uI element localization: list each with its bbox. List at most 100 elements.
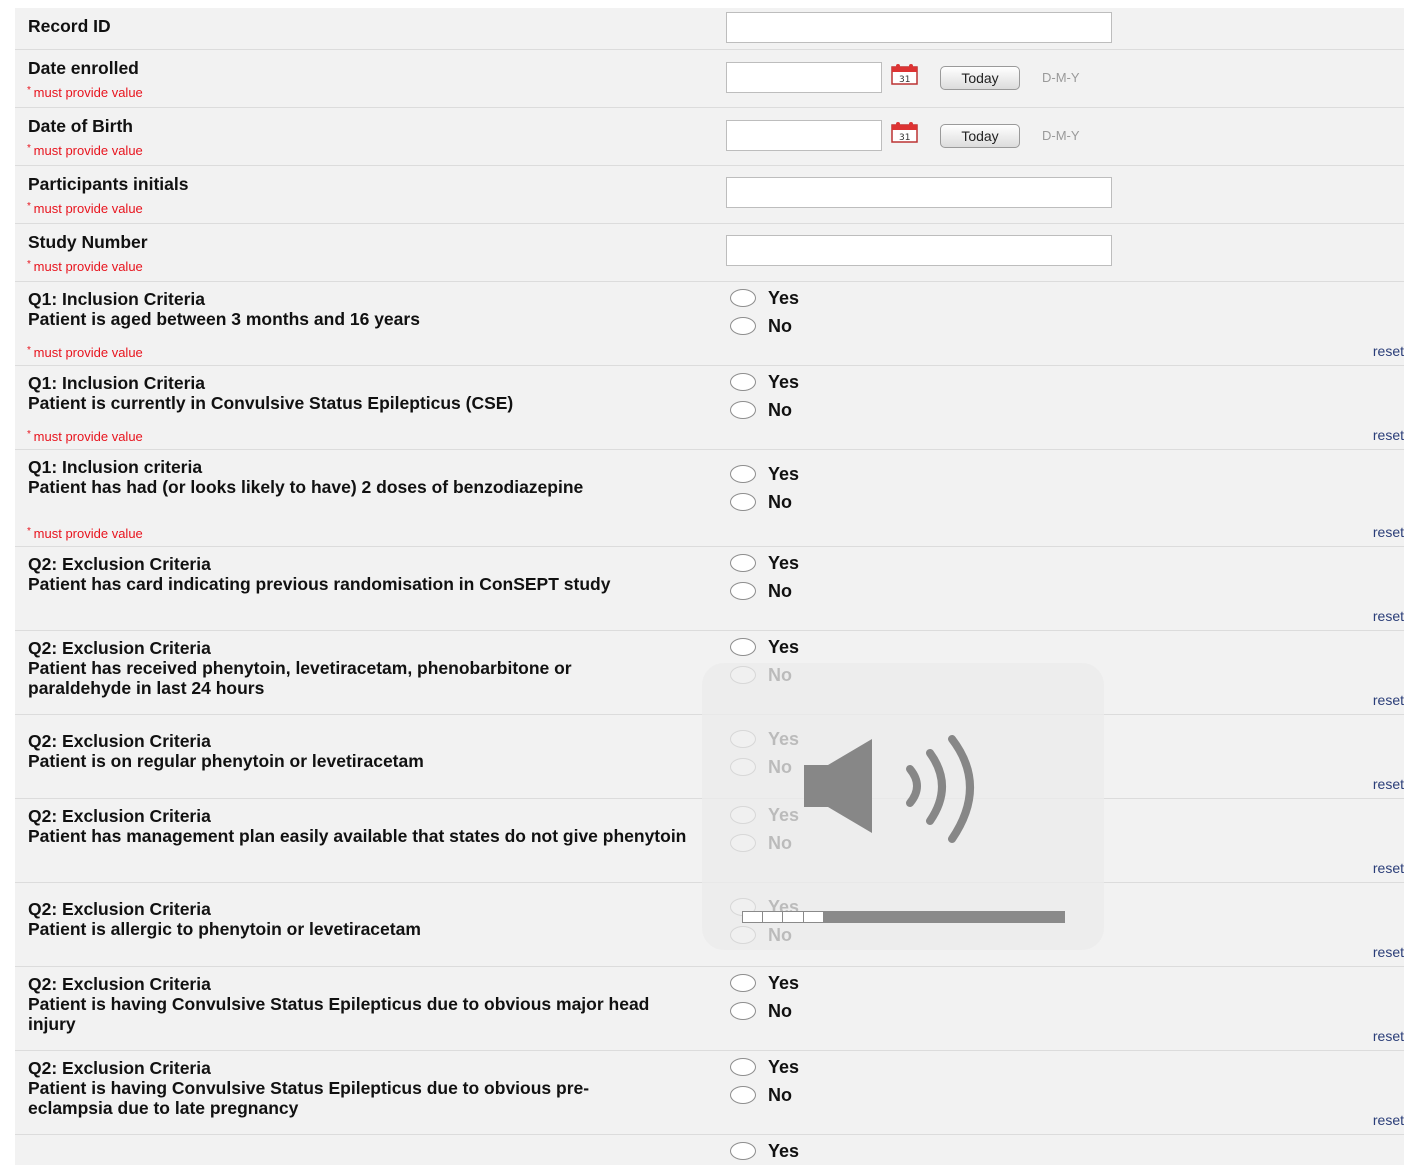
question-label: Q2: Exclusion Criteria Patient is having… xyxy=(28,974,668,1034)
radio-circle[interactable] xyxy=(730,400,756,419)
svg-text:31: 31 xyxy=(899,133,910,143)
option-label: No xyxy=(768,581,792,601)
question-text: Patient has received phenytoin, levetira… xyxy=(28,658,572,698)
field-label: Date of Birth xyxy=(28,116,133,136)
option-label: Yes xyxy=(768,464,800,484)
field-label: Date enrolled xyxy=(28,58,139,78)
required-note: must provide value xyxy=(27,201,143,216)
question-header: Q1: Inclusion Criteria xyxy=(28,289,205,309)
option-label: Yes xyxy=(768,1141,800,1161)
yes-radio[interactable]: Yes xyxy=(730,1055,799,1079)
question-header: Q2: Exclusion Criteria xyxy=(28,974,211,994)
radio-circle[interactable] xyxy=(730,464,756,483)
question-text: Patient has card indicating previous ran… xyxy=(28,574,611,594)
question-label: Q2: Exclusion Criteria Patient has card … xyxy=(28,554,668,594)
participants-initials-input[interactable] xyxy=(726,177,1112,208)
question-header: Q2: Exclusion Criteria xyxy=(28,899,211,919)
reset-link[interactable]: reset xyxy=(1373,1112,1404,1128)
radio-circle[interactable] xyxy=(730,288,756,307)
radio-circle[interactable] xyxy=(730,637,756,656)
yes-radio[interactable]: Yes xyxy=(730,635,799,659)
yes-radio[interactable]: Yes xyxy=(730,551,799,575)
volume-segment xyxy=(782,911,804,923)
no-radio[interactable]: No xyxy=(730,999,792,1023)
reset-link[interactable]: reset xyxy=(1373,1028,1404,1044)
required-note: must provide value xyxy=(27,259,143,274)
yes-radio[interactable]: Yes xyxy=(730,971,799,995)
reset-link[interactable]: reset xyxy=(1373,524,1404,540)
record-id-input[interactable] xyxy=(726,12,1112,43)
radio-circle[interactable] xyxy=(730,1057,756,1076)
question-header: Q2: Exclusion Criteria xyxy=(28,554,211,574)
question-header: Q2: Exclusion Criteria xyxy=(28,638,211,658)
option-label: Yes xyxy=(768,973,800,993)
volume-level-bar xyxy=(742,911,1065,923)
reset-link[interactable]: reset xyxy=(1373,692,1404,708)
option-label: Yes xyxy=(768,637,800,657)
question-label: Q1: Inclusion Criteria Patient is aged b… xyxy=(28,289,708,329)
yes-radio[interactable]: Yes xyxy=(730,462,799,486)
question-text: Patient has management plan easily avail… xyxy=(28,826,687,846)
reset-link[interactable]: reset xyxy=(1373,860,1404,876)
question-row-partial: Yes xyxy=(15,1135,1404,1165)
option-label: No xyxy=(768,316,792,336)
date-enrolled-input[interactable] xyxy=(726,62,882,93)
reset-link[interactable]: reset xyxy=(1373,776,1404,792)
option-label: No xyxy=(768,1001,792,1021)
question-text: Patient is having Convulsive Status Epil… xyxy=(28,994,650,1034)
reset-link[interactable]: reset xyxy=(1373,343,1404,359)
radio-circle[interactable] xyxy=(730,1085,756,1104)
question-header: Q1: Inclusion criteria xyxy=(28,457,203,477)
radio-circle[interactable] xyxy=(730,492,756,511)
no-radio[interactable]: No xyxy=(730,314,792,338)
question-row: Q1: Inclusion Criteria Patient is curren… xyxy=(15,366,1404,450)
calendar-icon[interactable]: 31 xyxy=(891,63,918,85)
question-label: Q2: Exclusion Criteria Patient has recei… xyxy=(28,638,628,698)
today-button[interactable]: Today xyxy=(940,124,1020,148)
radio-circle[interactable] xyxy=(730,553,756,572)
calendar-icon[interactable]: 31 xyxy=(891,121,918,143)
yes-radio[interactable]: Yes xyxy=(730,286,799,310)
volume-segment xyxy=(742,911,764,923)
field-label: Record ID xyxy=(28,16,111,36)
field-row-date-of-birth: Date of Birth must provide value 31 Toda… xyxy=(15,108,1404,166)
question-text: Patient has had (or looks likely to have… xyxy=(28,477,584,497)
question-label: Q1: Inclusion criteria Patient has had (… xyxy=(28,457,628,497)
radio-circle[interactable] xyxy=(730,316,756,335)
date-of-birth-input[interactable] xyxy=(726,120,882,151)
field-row-participants-initials: Participants initials must provide value xyxy=(15,166,1404,224)
speaker-volume-icon xyxy=(804,735,974,843)
no-radio[interactable]: No xyxy=(730,490,792,514)
volume-remaining-bar xyxy=(822,911,1065,923)
volume-segment xyxy=(802,911,824,923)
required-note: must provide value xyxy=(27,85,143,100)
radio-circle[interactable] xyxy=(730,581,756,600)
question-text: Patient is currently in Convulsive Statu… xyxy=(28,393,514,413)
option-label: No xyxy=(768,1085,792,1105)
data-entry-form: Record ID Date enrolled must provide val… xyxy=(15,8,1404,1165)
question-label: Q2: Exclusion Criteria Patient is on reg… xyxy=(28,731,708,771)
option-label: Yes xyxy=(768,288,800,308)
radio-circle[interactable] xyxy=(730,973,756,992)
question-row: Q2: Exclusion Criteria Patient is having… xyxy=(15,1051,1404,1135)
reset-link[interactable]: reset xyxy=(1373,944,1404,960)
svg-text:31: 31 xyxy=(899,75,910,85)
no-radio[interactable]: No xyxy=(730,579,792,603)
field-row-date-enrolled: Date enrolled must provide value 31 Toda… xyxy=(15,50,1404,108)
no-radio[interactable]: No xyxy=(730,1083,792,1107)
radio-circle[interactable] xyxy=(730,1001,756,1020)
question-row: Q2: Exclusion Criteria Patient has card … xyxy=(15,547,1404,631)
radio-circle[interactable] xyxy=(730,372,756,391)
reset-link[interactable]: reset xyxy=(1373,608,1404,624)
yes-radio[interactable]: Yes xyxy=(730,1139,799,1163)
field-label: Study Number xyxy=(28,232,148,252)
no-radio[interactable]: No xyxy=(730,398,792,422)
today-button[interactable]: Today xyxy=(940,66,1020,90)
reset-link[interactable]: reset xyxy=(1373,427,1404,443)
date-format-hint: D-M-Y xyxy=(1042,70,1080,85)
study-number-input[interactable] xyxy=(726,235,1112,266)
yes-radio[interactable]: Yes xyxy=(730,370,799,394)
field-row-study-number: Study Number must provide value xyxy=(15,224,1404,282)
question-text: Patient is aged between 3 months and 16 … xyxy=(28,309,420,329)
radio-circle[interactable] xyxy=(730,1141,756,1160)
